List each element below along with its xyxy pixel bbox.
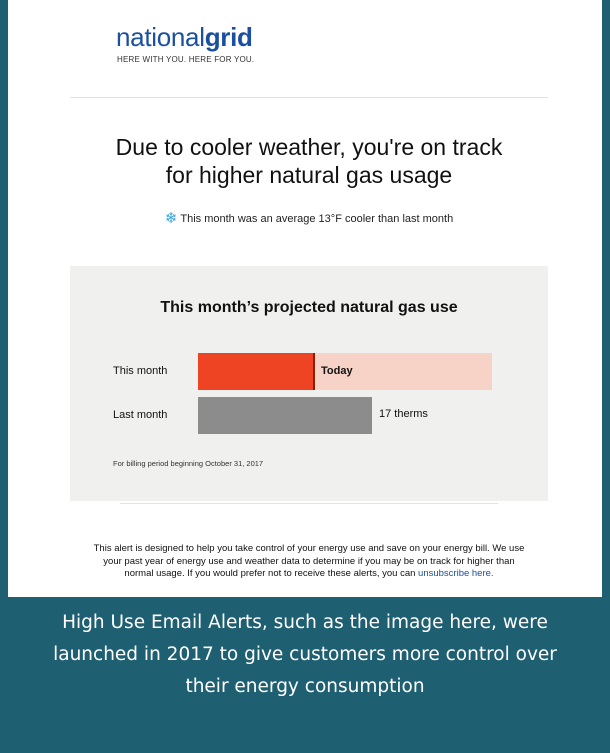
snowflake-icon: ❄ (164, 210, 178, 227)
brand-tagline: HERE WITH YOU. HERE FOR YOU. (117, 55, 255, 64)
email-preview: nationalgrid HERE WITH YOU. HERE FOR YOU… (8, 0, 602, 597)
weather-note: ❄ This month was an average 13°F cooler t… (68, 209, 550, 227)
caption-line-3: their energy consumption (185, 676, 425, 697)
usage-panel: This month’s projected natural gas use T… (70, 266, 548, 501)
usage-panel-title: This month’s projected natural gas use (160, 299, 458, 316)
last-month-usage-bar (198, 397, 372, 434)
this-month-label: This month (113, 365, 168, 377)
header-divider (70, 97, 548, 98)
last-month-value: 17 therms (379, 408, 428, 420)
this-month-usage-bar (198, 353, 315, 390)
logo-text-bold: grid (204, 22, 253, 52)
last-month-label: Last month (113, 409, 168, 421)
billing-period-note: For billing period beginning October 31,… (113, 459, 264, 468)
today-label: Today (321, 365, 353, 377)
caption: High Use Email Alerts, such as the image… (0, 607, 610, 703)
caption-line-2: launched in 2017 to give customers more … (53, 644, 557, 665)
unsubscribe-link[interactable]: unsubscribe here. (418, 568, 494, 579)
headline-line-1: Due to cooler weather, you're on track (115, 134, 503, 160)
footer-divider (120, 503, 498, 504)
today-marker (313, 353, 315, 390)
headline-line-2: for higher natural gas usage (165, 162, 453, 188)
weather-note-text: This month was an average 13°F cooler th… (180, 213, 454, 225)
headline: Due to cooler weather, you're on track f… (68, 133, 550, 189)
logo-text-regular: national (116, 22, 205, 52)
slide-frame: nationalgrid HERE WITH YOU. HERE FOR YOU… (0, 0, 610, 753)
nationalgrid-logo: nationalgrid (116, 22, 253, 53)
footer-text: This alert is designed to help you take … (93, 543, 525, 581)
caption-line-1: High Use Email Alerts, such as the image… (62, 612, 548, 633)
